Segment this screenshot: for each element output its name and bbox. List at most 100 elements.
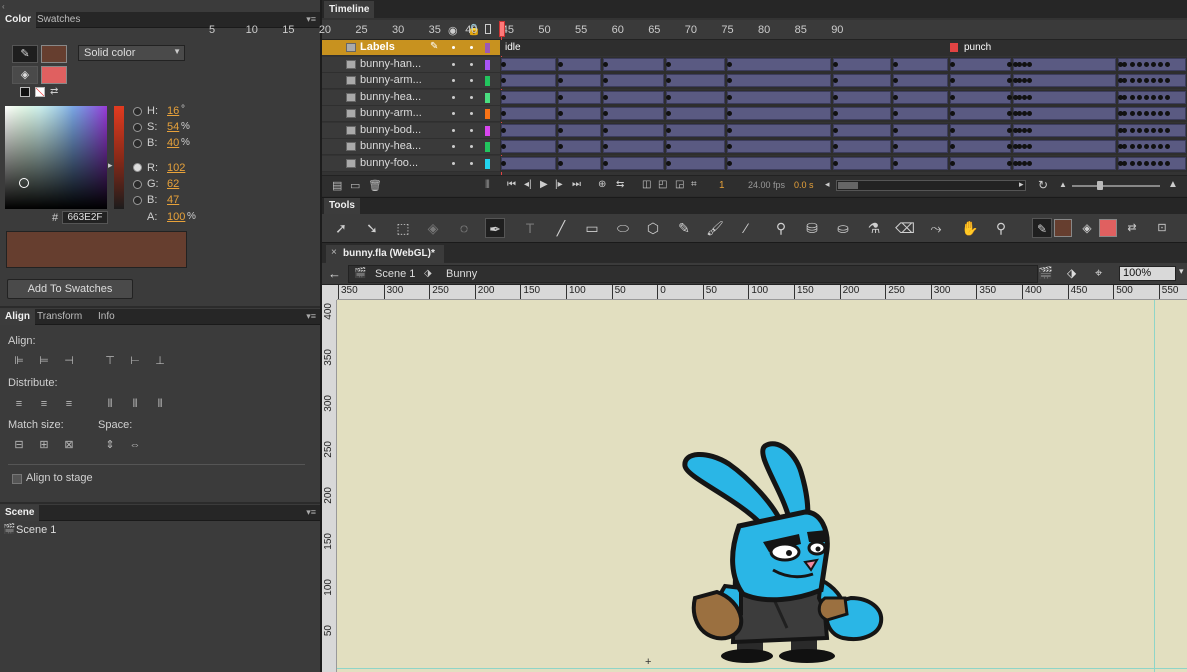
keyframe[interactable] bbox=[893, 160, 898, 166]
collapse-arrow-icon[interactable]: ‹ bbox=[2, 2, 5, 11]
zoom-chevron-icon[interactable]: ▾ bbox=[1179, 266, 1184, 277]
tween-span[interactable] bbox=[893, 123, 948, 137]
scrollbar-thumb[interactable] bbox=[838, 182, 858, 189]
radio-b[interactable] bbox=[133, 139, 142, 148]
tween-span[interactable] bbox=[950, 57, 1011, 71]
keyframe[interactable] bbox=[833, 94, 838, 100]
keyframe[interactable] bbox=[1130, 160, 1135, 166]
keyframe[interactable] bbox=[833, 127, 838, 133]
keyframe[interactable] bbox=[558, 127, 563, 133]
scroll-left-icon[interactable]: ◂ bbox=[825, 179, 830, 190]
tween-span[interactable] bbox=[501, 156, 556, 170]
zoom-dropdown[interactable]: 100% bbox=[1119, 266, 1176, 281]
fps[interactable]: 24.00 fps bbox=[748, 180, 785, 190]
keyframe[interactable] bbox=[1158, 94, 1163, 100]
hex-field[interactable]: 663E2F bbox=[62, 211, 108, 224]
subselection-tool-icon[interactable]: ➘ bbox=[362, 218, 382, 238]
layer-name[interactable]: Labels bbox=[360, 41, 395, 53]
tween-span[interactable] bbox=[727, 156, 831, 170]
tab-swatches[interactable]: Swatches bbox=[32, 12, 85, 28]
keyframe[interactable] bbox=[1122, 144, 1127, 149]
keyframe[interactable] bbox=[727, 144, 732, 149]
layer-name[interactable]: bunny-foo... bbox=[360, 157, 418, 169]
visibility-dot[interactable] bbox=[452, 161, 455, 165]
h-value[interactable]: 16 bbox=[167, 105, 179, 117]
keyframe[interactable] bbox=[1151, 144, 1156, 149]
align-top-icon[interactable]: ⊤ bbox=[103, 355, 117, 367]
keyframe[interactable] bbox=[1027, 94, 1032, 100]
scroll-right-icon[interactable]: ▸ bbox=[1019, 179, 1024, 190]
keyframe[interactable] bbox=[1165, 78, 1170, 83]
new-folder-icon[interactable]: ▭ bbox=[350, 179, 360, 192]
visibility-dot[interactable] bbox=[452, 62, 455, 66]
keyframe[interactable] bbox=[1165, 160, 1170, 166]
tween-span[interactable] bbox=[558, 156, 601, 170]
keyframe[interactable] bbox=[893, 94, 898, 100]
keyframe[interactable] bbox=[1144, 144, 1149, 149]
layer-name[interactable]: bunny-arm... bbox=[360, 107, 422, 119]
keyframe[interactable] bbox=[893, 127, 898, 133]
keyframe[interactable] bbox=[1165, 111, 1170, 116]
keyframe[interactable] bbox=[893, 111, 898, 116]
onion-skin-icon[interactable]: ◫ bbox=[642, 179, 651, 190]
keyframe[interactable] bbox=[1007, 78, 1012, 83]
edit-scene-icon[interactable]: 🎬 bbox=[1038, 266, 1053, 280]
tab-tools[interactable]: Tools bbox=[324, 198, 360, 214]
keyframe[interactable] bbox=[893, 144, 898, 149]
tween-span[interactable] bbox=[833, 123, 891, 137]
tween-span[interactable] bbox=[666, 123, 725, 137]
tween-span[interactable] bbox=[833, 57, 891, 71]
center-frame-icon[interactable]: ⊕ bbox=[598, 179, 606, 190]
onion-markers-icon[interactable]: ⌗ bbox=[691, 179, 697, 190]
visibility-dot[interactable] bbox=[452, 112, 455, 115]
frame-label-idle[interactable]: idle bbox=[505, 42, 521, 53]
keyframe[interactable] bbox=[950, 78, 955, 83]
keyframe[interactable] bbox=[950, 61, 955, 67]
keyframe[interactable] bbox=[1144, 111, 1149, 116]
keyframe[interactable] bbox=[1130, 78, 1135, 83]
go-first-icon[interactable]: ⏮ bbox=[507, 179, 516, 190]
keyframe[interactable] bbox=[558, 160, 563, 166]
back-arrow-icon[interactable]: ← bbox=[328, 266, 341, 281]
fill-bucket-tool-icon[interactable]: ◈ bbox=[1077, 218, 1097, 238]
align-left-icon[interactable]: ⊫ bbox=[12, 355, 26, 367]
3d-rotation-tool-icon[interactable]: ◈ bbox=[423, 218, 443, 238]
panel-menu-icon[interactable]: ▾≡ bbox=[306, 508, 316, 517]
close-tab-icon[interactable]: × bbox=[331, 247, 337, 258]
tween-span[interactable] bbox=[666, 57, 725, 71]
keyframe[interactable] bbox=[1158, 78, 1163, 83]
align-to-stage-checkbox[interactable] bbox=[12, 474, 22, 484]
fill-bucket-icon[interactable]: ◈ bbox=[12, 66, 38, 84]
match-width-icon[interactable]: ⊟ bbox=[12, 439, 26, 451]
align-horizontal-center-icon[interactable]: ⊨ bbox=[37, 355, 51, 367]
distribute-bottom-icon[interactable]: ≡ bbox=[62, 398, 76, 410]
fill-color-swatch-tool[interactable] bbox=[1099, 219, 1117, 237]
space-horizontal-icon[interactable]: ⇔ bbox=[128, 439, 142, 451]
keyframe[interactable] bbox=[833, 78, 838, 83]
eraser-tool-icon[interactable]: ⌫ bbox=[895, 218, 915, 238]
keyframe[interactable] bbox=[1137, 144, 1142, 149]
keyframe[interactable] bbox=[1165, 94, 1170, 100]
slider-handle-icon[interactable]: ▸ bbox=[108, 160, 113, 171]
layer-color-swatch[interactable] bbox=[485, 43, 490, 53]
keyframe[interactable] bbox=[727, 127, 732, 133]
keyframe[interactable] bbox=[727, 111, 732, 116]
keyframe[interactable] bbox=[603, 61, 608, 67]
lock-dot[interactable] bbox=[470, 112, 473, 115]
tween-span[interactable] bbox=[666, 140, 725, 153]
match-height-icon[interactable]: ⊞ bbox=[37, 439, 51, 451]
playhead[interactable] bbox=[499, 21, 505, 37]
vertical-ruler[interactable]: 400 350 300 250 200 150 100 50 bbox=[322, 300, 337, 672]
keyframe[interactable] bbox=[1137, 160, 1142, 166]
keyframe[interactable] bbox=[1130, 127, 1135, 133]
keyframe[interactable] bbox=[1122, 127, 1127, 133]
keyframe[interactable] bbox=[558, 94, 563, 100]
stroke-color-tool-icon[interactable]: ✎ bbox=[1032, 218, 1052, 238]
radio-g[interactable] bbox=[133, 180, 142, 189]
lock-dot[interactable] bbox=[470, 62, 473, 66]
tween-span[interactable] bbox=[603, 57, 664, 71]
keyframe[interactable] bbox=[558, 78, 563, 83]
lock-dot[interactable] bbox=[470, 46, 473, 49]
tween-span[interactable] bbox=[501, 74, 556, 87]
play-icon[interactable]: ▶ bbox=[540, 179, 548, 190]
